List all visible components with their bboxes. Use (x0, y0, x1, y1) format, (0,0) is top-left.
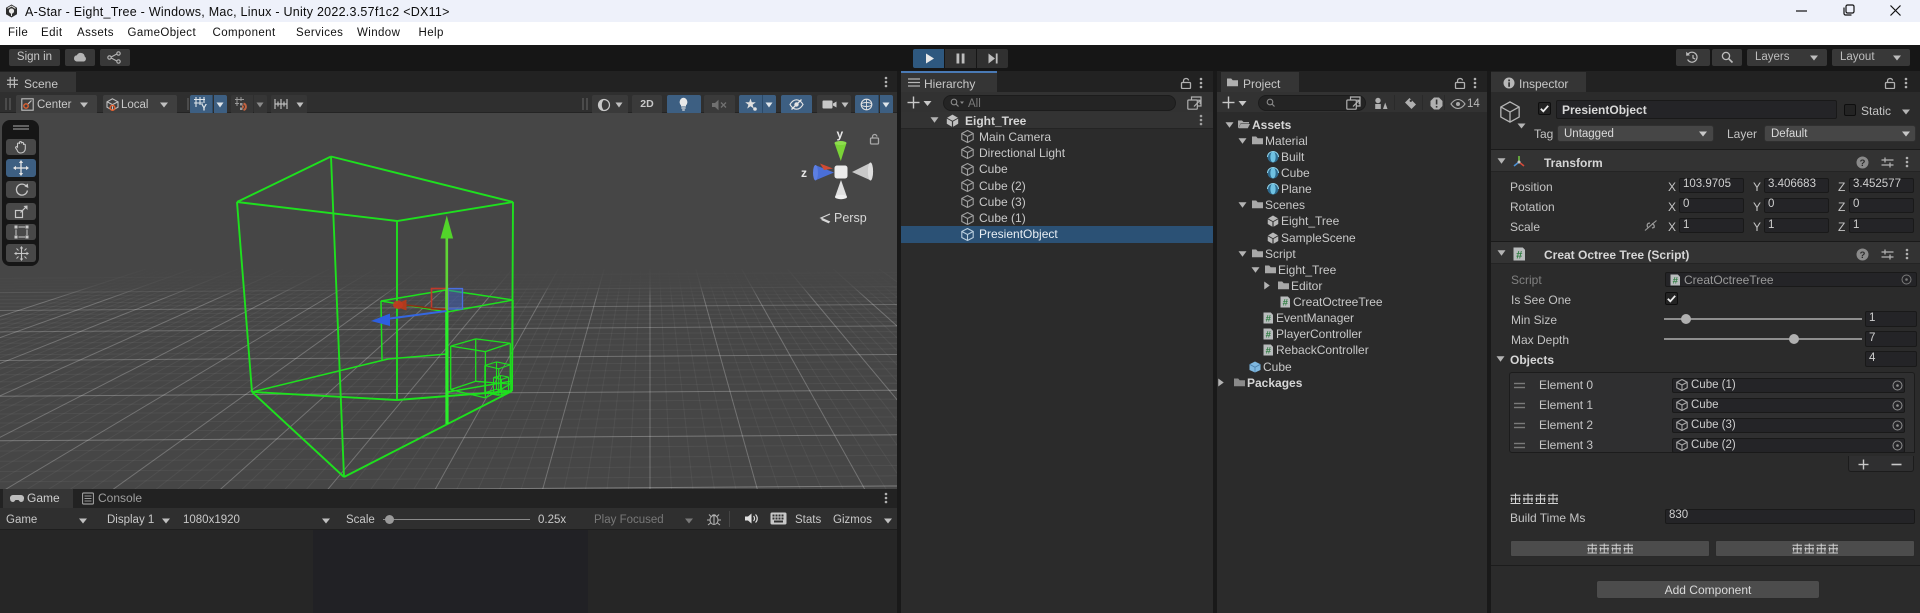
svg-text:z: z (801, 166, 807, 180)
svg-text:#: # (1266, 346, 1272, 356)
svg-text:Y: Y (201, 103, 207, 112)
svg-text:#: # (1283, 298, 1289, 308)
svg-text:#: # (1266, 314, 1272, 324)
svg-text:#: # (1673, 275, 1679, 285)
svg-text:?: ? (1860, 158, 1866, 169)
svg-text:y: y (837, 127, 844, 141)
svg-text:#: # (1266, 330, 1272, 340)
svg-text:#: # (1516, 250, 1523, 261)
svg-text:?: ? (1860, 250, 1866, 261)
